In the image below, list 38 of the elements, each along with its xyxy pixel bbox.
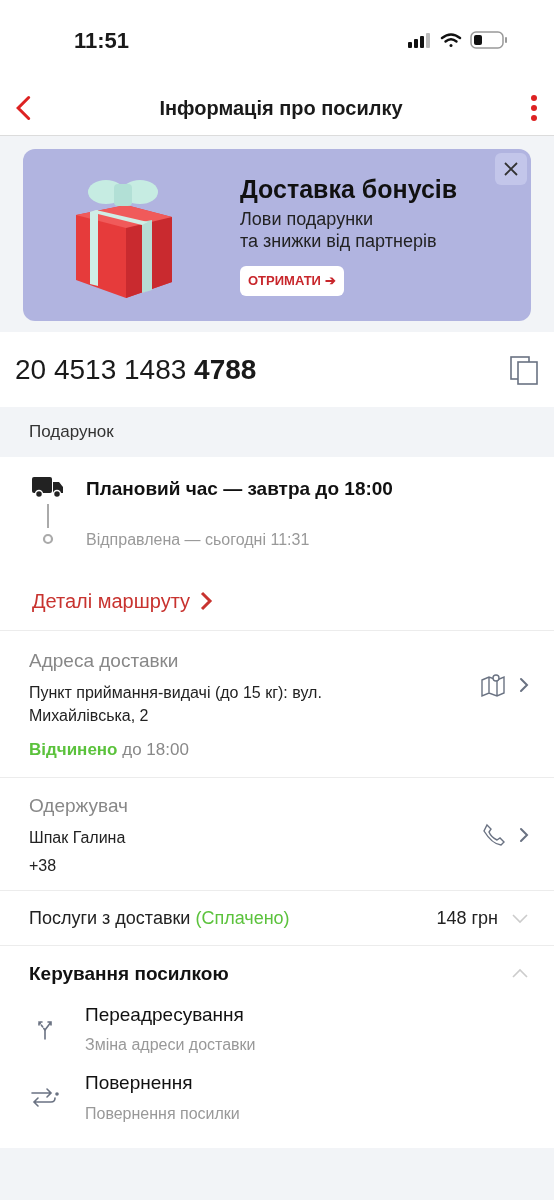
recipient-label: Одержувач (29, 793, 129, 818)
action-subtitle: Зміна адреси доставки (85, 1035, 256, 1055)
close-button[interactable] (495, 153, 527, 185)
banner-subtitle: Лови подарунки та знижки від партнерів (240, 208, 438, 253)
services-price: 148 грн (436, 906, 498, 930)
tracking-number: 20 4513 1483 4788 (15, 352, 257, 387)
route-details-link[interactable]: Деталі маршруту (32, 585, 215, 616)
get-button[interactable]: ОТРИМАТИ ➔ (240, 266, 344, 296)
status-time: 11:51 (74, 26, 130, 55)
map-pin-icon[interactable] (480, 671, 506, 698)
recipient-phone: +38 (29, 856, 58, 876)
services-label: Послуги з доставки (29, 907, 191, 928)
signal-icon (408, 32, 432, 48)
open-status: Відчинено (29, 740, 118, 759)
payment-status: (Сплачено) (195, 907, 290, 928)
banner-title: Доставка бонусів (240, 174, 458, 205)
address-value: Пункт приймання-видачі (до 15 кг): вул. Михайлівська, 2 (29, 683, 323, 726)
chevron-right-icon (198, 590, 215, 611)
wifi-icon (440, 32, 462, 48)
close-icon (503, 161, 519, 177)
action-subtitle: Повернення посилки (85, 1103, 240, 1124)
planned-time: Плановий час — завтра до 18:00 (86, 477, 393, 501)
truck-icon (32, 475, 64, 499)
action-item[interactable]: Переадресування Зміна адреси доставки (29, 1000, 530, 1057)
screen-title: Інформація про посилку (159, 95, 403, 121)
copy-icon[interactable] (508, 353, 540, 386)
action-item[interactable]: Повернення Повернення посилки (29, 1069, 530, 1126)
action-title: Переадресування (85, 1002, 245, 1027)
phone-icon[interactable] (482, 822, 506, 847)
action-title: Повернення (85, 1071, 194, 1095)
sent-time: Відправлена — сьогодні 11:31 (86, 529, 310, 550)
address-label: Адреса доставки (29, 648, 180, 673)
opening-hours: до 18:00 (122, 740, 189, 759)
promo-banner[interactable]: Доставка бонусів Лови подарунки та знижки від партнерів ОТРИМАТИ ➔ (23, 149, 531, 321)
management-title: Керування посилкою (29, 962, 229, 986)
battery-icon (470, 31, 508, 49)
recipient-name: Шпак Галина (29, 828, 127, 848)
parcel-description: Подарунок (29, 421, 114, 444)
